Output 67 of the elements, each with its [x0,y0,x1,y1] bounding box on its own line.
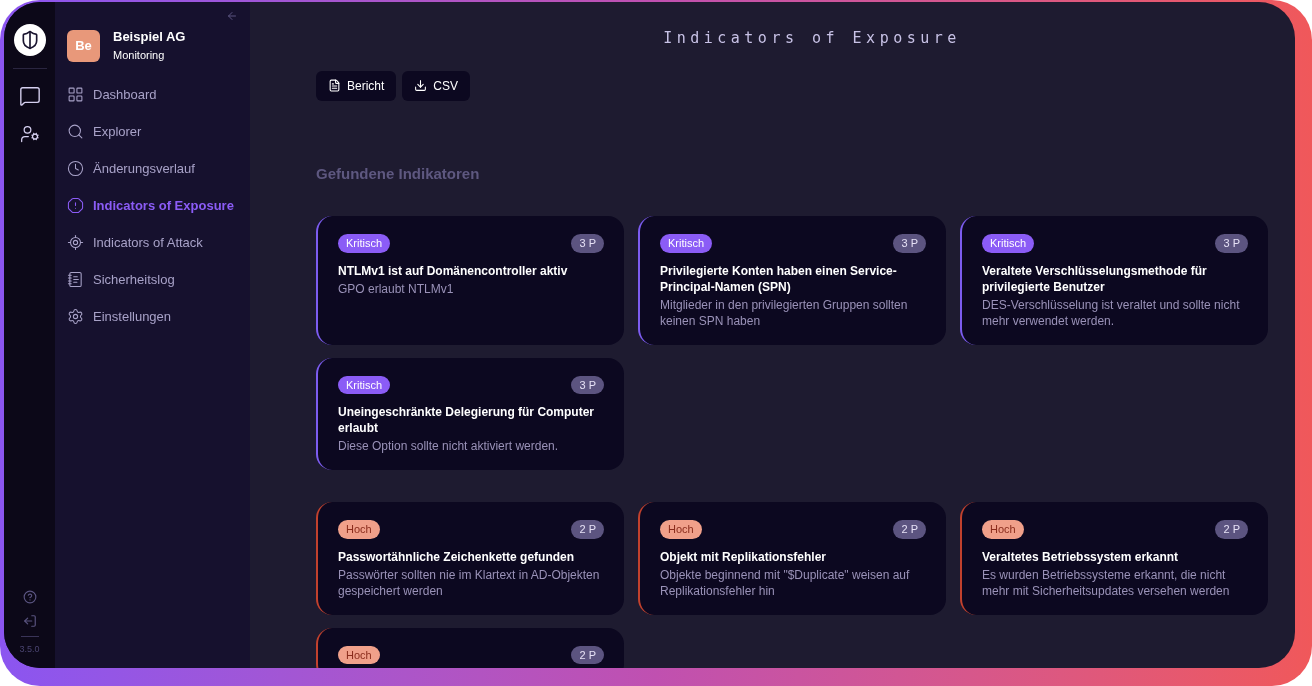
nav-item[interactable]: Explorer [67,113,238,150]
severity-badge: Hoch [660,520,702,539]
download-icon [414,79,428,92]
indicator-title: Veraltetes Betriebssystem erkannt [982,548,1180,565]
logout-icon[interactable] [22,613,37,628]
indicator-title: Veraltete Verschlüsselungsmethode für privilegierte Benutzer [982,262,1208,295]
toolbar-button[interactable]: Bericht [316,70,397,101]
indicator-description: Passwörter sollten nie im Klartext in AD-Objekten gespeichert werden [338,566,601,599]
indicator-card[interactable]: Hoch 2 P [316,627,624,668]
severity-badge: Hoch [338,645,380,664]
severity-badge: Hoch [338,520,380,539]
indicator-description: DES-Verschlüsselung ist veraltet und sollte nicht mehr verwendet werden. [982,296,1241,329]
points-badge: 2 P [893,520,926,539]
help-icon[interactable] [22,589,37,604]
notebook-icon [67,271,84,288]
nav-item[interactable]: Indicators of Exposure [67,187,238,224]
page-title: Indicators of Exposure [662,28,962,49]
indicator-title: Uneingeschränkte Delegierung für Computer erlaubt [338,404,596,436]
indicator-card[interactable]: Kritisch 3 P Veraltete Verschlüsselungsmethode für privilegierte Benutzer DES-Verschlüsselung ist veraltet und sollte nicht mehr verwendet werden. [960,216,1268,345]
org-avatar: Be [67,30,100,62]
severity-badge: Kritisch [660,234,713,253]
points-badge: 3 P [1215,234,1248,253]
clock-icon [67,160,84,177]
indicator-card[interactable]: Kritisch 3 P NTLMv1 ist auf Domänencontroller aktiv GPO erlaubt NTLMv1 [316,216,624,345]
nav-item[interactable]: Änderungsverlauf [67,150,238,187]
toolbar-button[interactable]: CSV [402,70,471,101]
points-badge: 2 P [571,645,604,664]
points-badge: 2 P [1215,520,1248,539]
alert-icon [67,197,84,214]
settings-icon [67,308,84,325]
indicator-card[interactable]: Kritisch 3 P Uneingeschränkte Delegierung für Computer erlaubt Diese Option sollte nicht aktiviert werden. [316,357,624,470]
org-name: Beispiel AG [113,29,186,45]
indicator-description: Diese Option sollte nicht aktiviert werden. [338,438,560,454]
indicator-card[interactable]: Hoch 2 P Passwortähnliche Zeichenkette gefunden Passwörter sollten nie im Klartext in AD-Objekten gespeichert werden [316,502,624,615]
crosshair-icon [67,234,84,251]
section-title: Gefundene Indikatoren [316,163,481,184]
nav-item[interactable]: Dashboard [67,76,238,113]
points-badge: 3 P [571,375,604,394]
indicator-title: NTLMv1 ist auf Domänencontroller aktiv [338,262,569,279]
indicator-description: Objekte beginnend mit "$Duplicate" weisen auf Replikationsfehler hin [660,566,911,599]
indicator-title: Privilegierte Konten haben einen Service-Principal-Namen (SPN) [660,262,898,295]
points-badge: 2 P [571,520,604,539]
search-icon [67,123,84,140]
points-badge: 3 P [571,234,604,253]
severity-badge: Kritisch [338,234,391,253]
indicator-description: Es wurden Betriebssysteme erkannt, die nicht mehr mit Sicherheitsupdates versehen werden [982,566,1231,599]
nav-item[interactable]: Einstellungen [67,298,238,335]
version-label: 3.5.0 [19,642,40,656]
indicator-card[interactable]: Kritisch 3 P Privilegierte Konten haben einen Service-Principal-Namen (SPN) Mitglieder in den privilegierten Gruppen sollten keinen SPN haben [638,216,946,345]
indicator-title: Passwortähnliche Zeichenkette gefunden [338,548,576,565]
points-badge: 3 P [893,234,926,253]
document-icon [328,79,341,92]
nav-item[interactable]: Sicherheitslog [67,261,238,298]
severity-badge: Kritisch [982,234,1035,253]
user-settings-icon[interactable] [19,124,40,144]
indicator-card[interactable]: Hoch 2 P Veraltetes Betriebssystem erkannt Es wurden Betriebssysteme erkannt, die nicht mehr mit Sicherheitsupdates versehen werden [960,502,1268,615]
indicator-card[interactable]: Hoch 2 P Objekt mit Replikationsfehler Objekte beginnend mit "$Duplicate" weisen auf Replikationsfehler hin [638,502,946,615]
logo-icon[interactable] [13,24,46,56]
severity-badge: Kritisch [338,375,391,394]
org-subtitle: Monitoring [113,48,166,63]
severity-badge: Hoch [982,520,1024,539]
grid-icon [67,86,84,103]
nav-item[interactable]: Indicators of Attack [67,224,238,261]
indicator-title: Objekt mit Replikationsfehler [660,548,828,565]
indicator-description: Mitglieder in den privilegierten Gruppen sollten keinen SPN haben [660,296,909,329]
indicator-description: GPO erlaubt NTLMv1 [338,280,455,297]
chat-icon[interactable] [18,85,41,107]
